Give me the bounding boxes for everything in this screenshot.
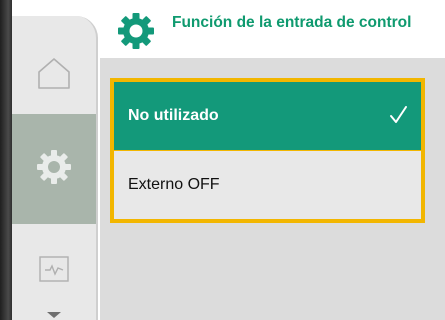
home-icon xyxy=(35,55,73,96)
option-externo-off[interactable]: Externo OFF xyxy=(114,151,421,219)
option-label: No utilizado xyxy=(128,107,219,124)
chart-icon xyxy=(38,255,70,288)
sidebar-item-settings[interactable] xyxy=(12,114,96,224)
option-label: Externo OFF xyxy=(128,176,220,193)
sidebar-item-home[interactable] xyxy=(12,36,96,114)
sidebar-item-more[interactable] xyxy=(12,308,96,320)
gear-icon xyxy=(34,147,74,192)
navigation-rail xyxy=(0,0,100,320)
check-icon xyxy=(389,104,409,126)
control-input-function-screen: Función de la entrada de control No util… xyxy=(0,0,445,320)
gear-icon xyxy=(116,11,156,51)
option-no-utilizado[interactable]: No utilizado xyxy=(114,82,421,150)
page-title: Función de la entrada de control xyxy=(172,14,412,31)
screen-header: Función de la entrada de control xyxy=(100,0,445,58)
options-list: No utilizado Externo OFF xyxy=(110,78,425,223)
chevron-down-icon xyxy=(46,306,62,320)
rail-panel xyxy=(12,16,98,320)
content-area: No utilizado Externo OFF xyxy=(100,58,445,320)
sidebar-item-diagnostics[interactable] xyxy=(12,238,96,304)
rail-bezel xyxy=(0,0,12,320)
